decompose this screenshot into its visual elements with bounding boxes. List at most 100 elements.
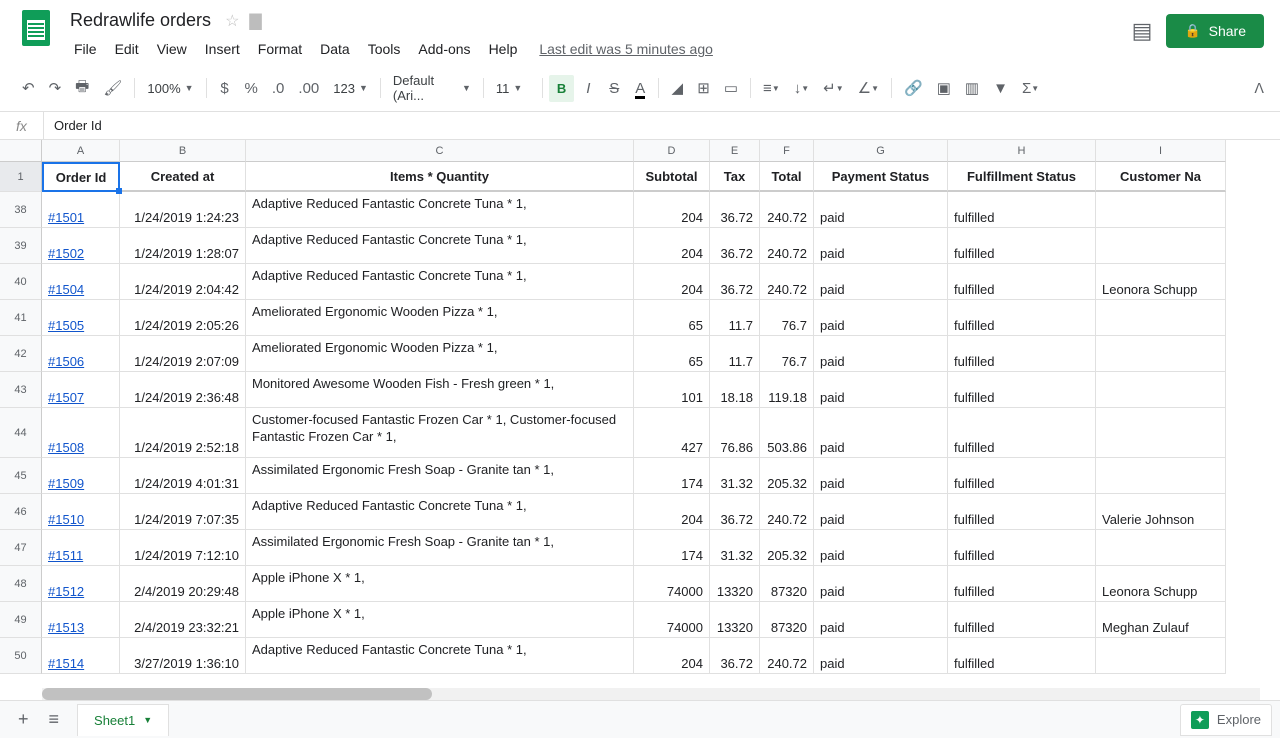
redo-icon[interactable]: ↷	[43, 73, 68, 103]
row-header[interactable]: 41	[0, 300, 42, 336]
cell-payment-status[interactable]: paid	[814, 530, 948, 566]
menu-view[interactable]: View	[149, 37, 195, 61]
cell-customer[interactable]: Leonora Schupp	[1096, 264, 1226, 300]
cell-items[interactable]: Ameliorated Ergonomic Wooden Pizza * 1,	[246, 300, 634, 336]
menu-format[interactable]: Format	[250, 37, 310, 61]
table-header-1[interactable]: Created at	[120, 162, 246, 192]
order-id-link[interactable]: #1513	[42, 602, 120, 638]
table-header-6[interactable]: Payment Status	[814, 162, 948, 192]
sheets-logo[interactable]	[16, 8, 56, 48]
cell-total[interactable]: 205.32	[760, 458, 814, 494]
cell-tax[interactable]: 36.72	[710, 192, 760, 228]
cell-subtotal[interactable]: 101	[634, 372, 710, 408]
cell-subtotal[interactable]: 204	[634, 638, 710, 674]
number-format-dropdown[interactable]: 123▼	[327, 77, 374, 100]
order-id-link[interactable]: #1507	[42, 372, 120, 408]
paint-format-icon[interactable]: 🖌	[97, 73, 128, 103]
borders-icon[interactable]: ⊞	[691, 73, 716, 103]
strikethrough-button[interactable]: S	[602, 74, 626, 103]
column-header-C[interactable]: C	[246, 140, 634, 162]
table-header-5[interactable]: Total	[760, 162, 814, 192]
cell-tax[interactable]: 36.72	[710, 264, 760, 300]
row-header[interactable]: 50	[0, 638, 42, 674]
cell-tax[interactable]: 31.32	[710, 458, 760, 494]
share-button[interactable]: 🔒 Share	[1166, 14, 1264, 48]
italic-button[interactable]: I	[576, 74, 600, 103]
cell-customer[interactable]	[1096, 228, 1226, 264]
menu-help[interactable]: Help	[481, 37, 526, 61]
cell-items[interactable]: Customer-focused Fantastic Frozen Car * …	[246, 408, 634, 458]
v-align-icon[interactable]: ↓▼	[788, 74, 815, 103]
cell-tax[interactable]: 13320	[710, 566, 760, 602]
cell-total[interactable]: 240.72	[760, 638, 814, 674]
column-header-I[interactable]: I	[1096, 140, 1226, 162]
cell-subtotal[interactable]: 174	[634, 530, 710, 566]
cell-payment-status[interactable]: paid	[814, 638, 948, 674]
cell-total[interactable]: 240.72	[760, 494, 814, 530]
cell-items[interactable]: Assimilated Ergonomic Fresh Soap - Grani…	[246, 530, 634, 566]
cell-tax[interactable]: 36.72	[710, 638, 760, 674]
table-header-0[interactable]: Order Id	[42, 162, 120, 192]
spreadsheet-grid[interactable]: ABCDEFGHI1Order IdCreated atItems * Quan…	[0, 140, 1280, 700]
undo-icon[interactable]: ↶	[16, 73, 41, 103]
cell-subtotal[interactable]: 204	[634, 228, 710, 264]
comment-icon[interactable]: ▣	[931, 73, 957, 103]
currency-icon[interactable]: $	[213, 74, 237, 103]
cell-fulfillment-status[interactable]: fulfilled	[948, 458, 1096, 494]
text-color-button[interactable]: A	[628, 74, 652, 103]
cell-customer[interactable]: Valerie Johnson	[1096, 494, 1226, 530]
cell-created[interactable]: 1/24/2019 2:07:09	[120, 336, 246, 372]
cell-subtotal[interactable]: 74000	[634, 566, 710, 602]
increase-decimal-icon[interactable]: .00	[292, 74, 325, 103]
cell-payment-status[interactable]: paid	[814, 228, 948, 264]
cell-subtotal[interactable]: 204	[634, 264, 710, 300]
cell-fulfillment-status[interactable]: fulfilled	[948, 494, 1096, 530]
cell-fulfillment-status[interactable]: fulfilled	[948, 566, 1096, 602]
cell-fulfillment-status[interactable]: fulfilled	[948, 602, 1096, 638]
cell-subtotal[interactable]: 65	[634, 336, 710, 372]
cell-tax[interactable]: 31.32	[710, 530, 760, 566]
cell-subtotal[interactable]: 427	[634, 408, 710, 458]
cell-customer[interactable]	[1096, 300, 1226, 336]
cell-created[interactable]: 1/24/2019 4:01:31	[120, 458, 246, 494]
cell-payment-status[interactable]: paid	[814, 300, 948, 336]
comments-icon[interactable]: ▤	[1132, 18, 1153, 44]
merge-cells-icon[interactable]: ▭	[718, 73, 744, 103]
cell-total[interactable]: 205.32	[760, 530, 814, 566]
cell-fulfillment-status[interactable]: fulfilled	[948, 530, 1096, 566]
cell-fulfillment-status[interactable]: fulfilled	[948, 228, 1096, 264]
cell-items[interactable]: Apple iPhone X * 1,	[246, 566, 634, 602]
order-id-link[interactable]: #1506	[42, 336, 120, 372]
folder-icon[interactable]: ▇	[249, 11, 261, 31]
bold-button[interactable]: B	[549, 75, 574, 102]
star-icon[interactable]: ☆	[225, 11, 239, 31]
cell-items[interactable]: Monitored Awesome Wooden Fish - Fresh gr…	[246, 372, 634, 408]
cell-created[interactable]: 1/24/2019 1:28:07	[120, 228, 246, 264]
cell-customer[interactable]	[1096, 336, 1226, 372]
cell-created[interactable]: 3/27/2019 1:36:10	[120, 638, 246, 674]
row-header[interactable]: 38	[0, 192, 42, 228]
cell-total[interactable]: 240.72	[760, 228, 814, 264]
functions-icon[interactable]: Σ▼	[1016, 74, 1045, 103]
cell-payment-status[interactable]: paid	[814, 602, 948, 638]
cell-created[interactable]: 1/24/2019 1:24:23	[120, 192, 246, 228]
text-rotate-icon[interactable]: ∠▼	[852, 73, 885, 103]
cell-fulfillment-status[interactable]: fulfilled	[948, 336, 1096, 372]
order-id-link[interactable]: #1514	[42, 638, 120, 674]
cell-payment-status[interactable]: paid	[814, 264, 948, 300]
cell-subtotal[interactable]: 174	[634, 458, 710, 494]
cell-fulfillment-status[interactable]: fulfilled	[948, 300, 1096, 336]
print-icon[interactable]: 🖶	[69, 70, 95, 107]
cell-payment-status[interactable]: paid	[814, 372, 948, 408]
cell-created[interactable]: 1/24/2019 2:36:48	[120, 372, 246, 408]
cell-subtotal[interactable]: 74000	[634, 602, 710, 638]
text-wrap-icon[interactable]: ↵▼	[817, 73, 850, 103]
cell-items[interactable]: Assimilated Ergonomic Fresh Soap - Grani…	[246, 458, 634, 494]
decrease-decimal-icon[interactable]: .0	[266, 74, 291, 103]
table-header-4[interactable]: Tax	[710, 162, 760, 192]
font-size-dropdown[interactable]: 11▼	[490, 77, 536, 100]
column-header-H[interactable]: H	[948, 140, 1096, 162]
menu-data[interactable]: Data	[312, 37, 358, 61]
cell-total[interactable]: 119.18	[760, 372, 814, 408]
cell-fulfillment-status[interactable]: fulfilled	[948, 638, 1096, 674]
